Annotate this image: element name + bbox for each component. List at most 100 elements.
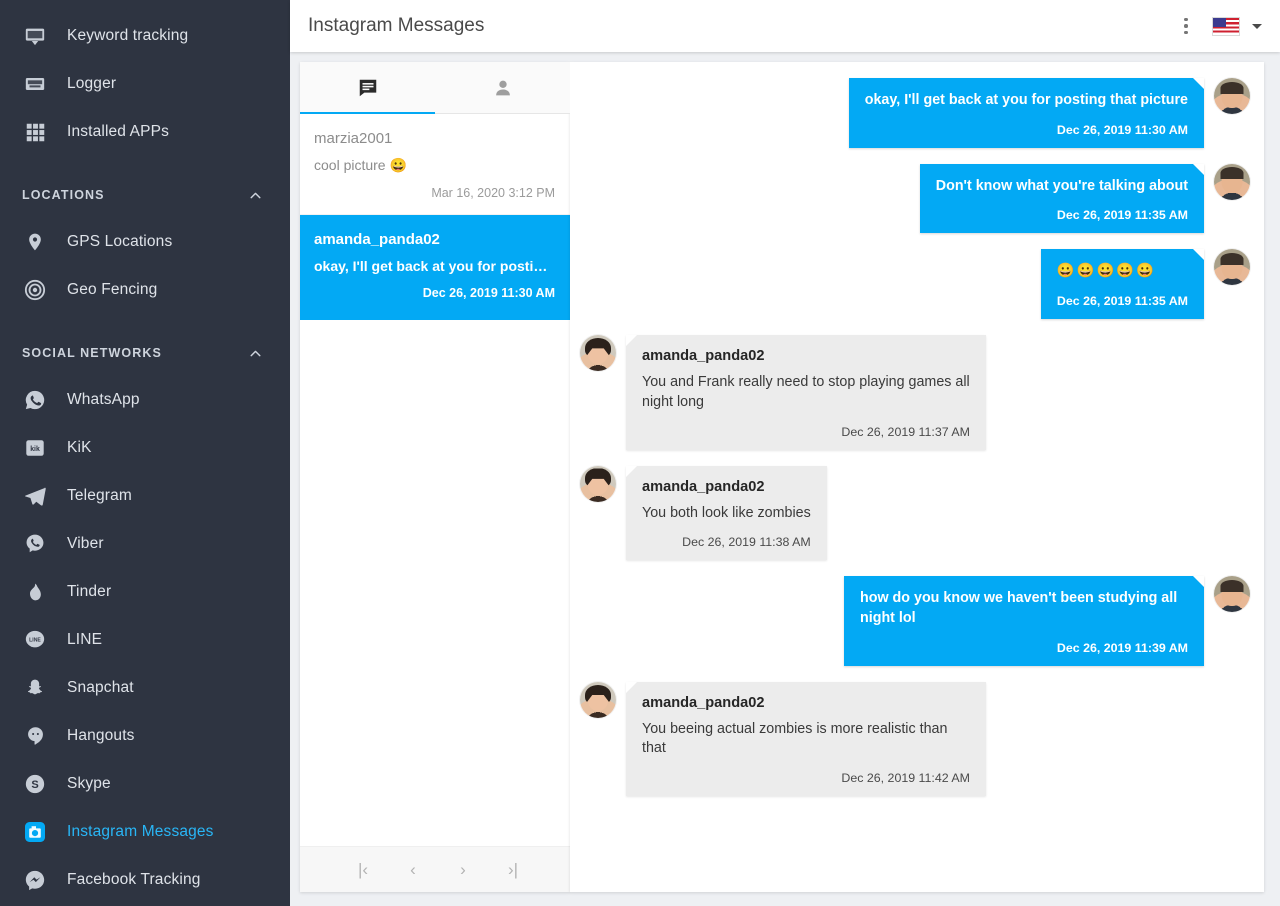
sidebar-item-geo-fencing[interactable]: Geo Fencing xyxy=(0,266,290,314)
conversation-name: marzia2001 xyxy=(314,130,393,147)
sidebar-item-kik[interactable]: kik KiK xyxy=(0,424,290,472)
message-bubble[interactable]: how do you know we haven't been studying… xyxy=(844,576,1204,666)
message-row: amanda_panda02 You beeing actual zombies … xyxy=(580,681,1250,797)
sidebar-item-label: Skype xyxy=(67,775,111,792)
message-row: okay, I'll get back at you for posting t… xyxy=(580,78,1250,148)
us-flag-icon[interactable] xyxy=(1212,16,1240,36)
snapchat-ghost-icon xyxy=(14,677,56,699)
avatar xyxy=(1214,576,1250,613)
kebab-menu-icon[interactable] xyxy=(1169,9,1203,43)
sidebar-item-viber[interactable]: Viber xyxy=(0,520,290,568)
message-text: 😀😀😀😀😀 xyxy=(1056,263,1156,280)
sidebar-item-label: Keyword tracking xyxy=(67,27,189,44)
message-text: okay, I'll get back at you for posting t… xyxy=(864,92,1188,108)
avatar xyxy=(1214,163,1250,200)
sidebar-item-whatsapp[interactable]: WhatsApp xyxy=(0,376,290,424)
chevron-up-icon[interactable] xyxy=(247,345,264,362)
sidebar-item-label: Installed APPs xyxy=(67,123,170,140)
contacts-tab[interactable] xyxy=(435,62,570,113)
sidebar-item-label: Viber xyxy=(67,535,104,552)
conversation-item[interactable]: amanda_panda02 okay, I'll get back at you… xyxy=(300,215,570,320)
message-time: Dec 26, 2019 11:42 AM xyxy=(841,771,970,786)
svg-text:S: S xyxy=(31,779,38,791)
prev-page-button[interactable]: ‹ xyxy=(402,859,424,881)
sidebar-item-label: Tinder xyxy=(67,583,112,600)
sidebar-item-hangouts[interactable]: Hangouts xyxy=(0,712,290,760)
content-area: marzia2001 cool picture 😀 Mar 16, 2020 3:1… xyxy=(290,52,1280,906)
map-pin-icon xyxy=(14,231,56,253)
top-bar: Instagram Messages xyxy=(290,0,1280,52)
message-row: Don't know what you're talking about Dec … xyxy=(580,163,1250,234)
sidebar-item-logger[interactable]: Logger xyxy=(0,60,290,108)
sidebar-item-label: WhatsApp xyxy=(67,391,140,408)
sidebar-item-skype[interactable]: S Skype xyxy=(0,760,290,808)
message-row: amanda_panda02 You both look like zombies… xyxy=(580,465,1250,561)
sidebar-item-facebook-tracking[interactable]: Facebook Tracking xyxy=(0,856,290,904)
message-bubble[interactable]: 😀😀😀😀😀 Dec 26, 2019 11:35 AM xyxy=(1040,249,1205,320)
viber-icon xyxy=(14,533,56,555)
instagram-icon xyxy=(14,820,56,844)
hangouts-icon xyxy=(14,725,56,747)
first-page-button[interactable]: |‹ xyxy=(352,859,374,881)
chevron-up-icon[interactable] xyxy=(247,187,264,204)
message-time: Dec 26, 2019 11:35 AM xyxy=(1056,294,1188,309)
panel-tabs xyxy=(300,62,570,114)
sidebar-item-line[interactable]: LINE LINE xyxy=(0,616,290,664)
message-sender: amanda_panda02 xyxy=(642,348,765,365)
conversation-item[interactable]: marzia2001 cool picture 😀 Mar 16, 2020 3:1… xyxy=(300,114,570,215)
grid-apps-icon xyxy=(14,122,56,143)
message-time: Dec 26, 2019 11:39 AM xyxy=(1056,640,1188,655)
conversation-preview: cool picture 😀 xyxy=(314,157,407,173)
telegram-icon xyxy=(14,485,56,508)
page-title: Instagram Messages xyxy=(308,15,485,36)
sidebar-item-label: Logger xyxy=(67,75,117,92)
sidebar-item-label: Snapchat xyxy=(67,679,134,696)
message-row: amanda_panda02 You and Frank really need … xyxy=(580,335,1250,450)
skype-icon: S xyxy=(14,773,56,795)
message-text: You beeing actual zombies is more realis… xyxy=(642,720,948,757)
avatar xyxy=(1214,249,1250,286)
sidebar-group-locations[interactable]: LOCATIONS xyxy=(0,172,290,218)
next-page-button[interactable]: › xyxy=(452,859,474,881)
flag-canton xyxy=(1213,17,1226,27)
message-time: Dec 26, 2019 11:35 AM xyxy=(1056,208,1188,223)
app-root: Keyword tracking Logger Installed APPs LOCA… xyxy=(0,0,1280,906)
avatar xyxy=(580,335,616,372)
sidebar-item-telegram[interactable]: Telegram xyxy=(0,472,290,520)
conversation-list: marzia2001 cool picture 😀 Mar 16, 2020 3:1… xyxy=(300,114,570,846)
message-text: how do you know we haven't been studying… xyxy=(860,590,1178,627)
message-bubble[interactable]: amanda_panda02 You both look like zombies… xyxy=(626,465,827,561)
avatar xyxy=(580,465,616,502)
chevron-down-icon[interactable] xyxy=(1252,23,1262,29)
target-circles-icon xyxy=(14,279,56,301)
sidebar-item-installed-apps[interactable]: Installed APPs xyxy=(0,108,290,156)
conversation-preview: okay, I'll get back at you for posting t… xyxy=(314,258,555,274)
messages-tab[interactable] xyxy=(300,62,435,113)
message-bubble[interactable]: Don't know what you're talking about Dec … xyxy=(919,163,1205,234)
message-bubble[interactable]: okay, I'll get back at you for posting t… xyxy=(848,78,1205,148)
last-page-button[interactable]: ›| xyxy=(502,859,524,881)
message-text: You both look like zombies xyxy=(642,504,811,521)
message-text: You and Frank really need to stop playin… xyxy=(642,374,970,410)
sidebar-item-tinder[interactable]: Tinder xyxy=(0,568,290,616)
sidebar-item-label: GPS Locations xyxy=(67,233,173,250)
sidebar-item-snapchat[interactable]: Snapchat xyxy=(0,664,290,712)
message-bubble[interactable]: amanda_panda02 You beeing actual zombies … xyxy=(626,681,986,797)
message-bubble[interactable]: amanda_panda02 You and Frank really need … xyxy=(626,335,986,450)
keyboard-tracking-icon xyxy=(14,25,56,47)
conversation-time: Mar 16, 2020 3:12 PM xyxy=(431,186,555,200)
sidebar: Keyword tracking Logger Installed APPs LOCA… xyxy=(0,0,290,906)
sidebar-item-gps-locations[interactable]: GPS Locations xyxy=(0,218,290,266)
sidebar-group-social-networks[interactable]: SOCIAL NETWORKS xyxy=(0,330,290,376)
pagination-bar: |‹ ‹ › ›| xyxy=(300,846,570,892)
sidebar-item-keyword-tracking[interactable]: Keyword tracking xyxy=(0,12,290,60)
avatar xyxy=(1214,78,1250,114)
sidebar-item-label: Facebook Tracking xyxy=(67,871,201,888)
conversation-panel: marzia2001 cool picture 😀 Mar 16, 2020 3:1… xyxy=(300,62,570,892)
sidebar-item-instagram-messages[interactable]: Instagram Messages xyxy=(0,808,290,856)
chat-thread: okay, I'll get back at you for posting t… xyxy=(570,62,1264,892)
chat-bubble-icon xyxy=(357,77,379,99)
sidebar-group-title: SOCIAL NETWORKS xyxy=(22,346,162,360)
sidebar-item-label: LINE xyxy=(67,631,103,648)
sidebar-item-label: KiK xyxy=(67,439,92,456)
